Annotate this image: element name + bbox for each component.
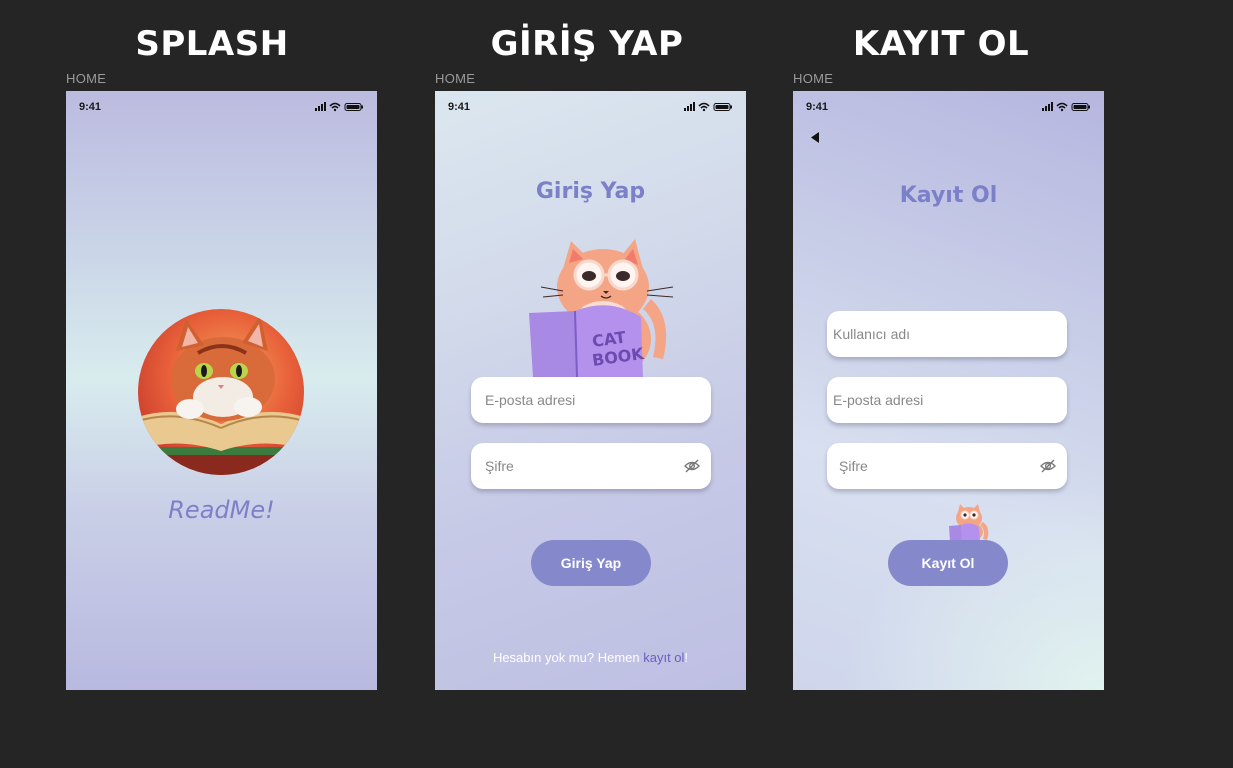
cat-book-icon: CAT BOOK — [529, 239, 674, 377]
password-field[interactable] — [827, 443, 1067, 489]
username-input[interactable] — [827, 311, 1023, 357]
status-time: 9:41 — [79, 101, 102, 113]
status-icons — [1042, 102, 1090, 112]
signup-link[interactable]: kayıt ol — [643, 650, 684, 665]
email-input[interactable] — [827, 377, 1023, 423]
eye-off-icon[interactable] — [684, 458, 700, 474]
small-cat-book-icon — [949, 504, 989, 542]
signup-prompt-text: Hesabın yok mu? Hemen — [492, 650, 644, 665]
status-icons — [315, 102, 363, 112]
page-title: Giriş Yap — [535, 179, 646, 204]
page-title: Kayıt Ol — [899, 183, 998, 208]
email-input[interactable] — [471, 377, 675, 423]
email-field[interactable] — [471, 377, 711, 423]
back-arrow-icon[interactable] — [810, 132, 820, 143]
eye-off-icon[interactable] — [1040, 458, 1056, 474]
login-screen: 9:41 Giriş Yap CAT BOOK E-posta adresi G… — [435, 91, 746, 690]
email-field[interactable] — [827, 377, 1067, 423]
app-name: ReadMe! — [168, 496, 275, 524]
register-button[interactable]: Kayıt Ol — [888, 540, 1008, 586]
login-button[interactable]: Giriş Yap — [531, 540, 651, 586]
register-screen: 9:41 Kayıt Ol Kullanıcı adı E-posta adre… — [793, 91, 1104, 690]
section-title-login: GİRİŞ YAP — [490, 24, 684, 64]
status-icons — [684, 102, 732, 112]
password-input[interactable] — [471, 443, 675, 489]
status-time: 9:41 — [448, 101, 471, 113]
username-field[interactable] — [827, 311, 1067, 357]
status-time: 9:41 — [806, 101, 829, 113]
frame-label-register: HOME — [793, 71, 834, 86]
section-title-register: KAYIT OL — [852, 24, 1030, 64]
password-field[interactable] — [471, 443, 711, 489]
cat-reading-avatar — [138, 309, 304, 475]
signup-prompt-end: ! — [684, 650, 689, 665]
splash-screen: 9:41 ReadMe! — [66, 91, 377, 690]
signup-prompt: Hesabın yok mu? Hemen kayıt ol! — [435, 650, 746, 665]
frame-label-splash: HOME — [66, 71, 107, 86]
cat-illustration-icon — [138, 315, 304, 475]
section-title-splash: SPLASH — [135, 24, 289, 64]
frame-label-login: HOME — [435, 71, 476, 86]
password-input[interactable] — [827, 443, 1029, 489]
